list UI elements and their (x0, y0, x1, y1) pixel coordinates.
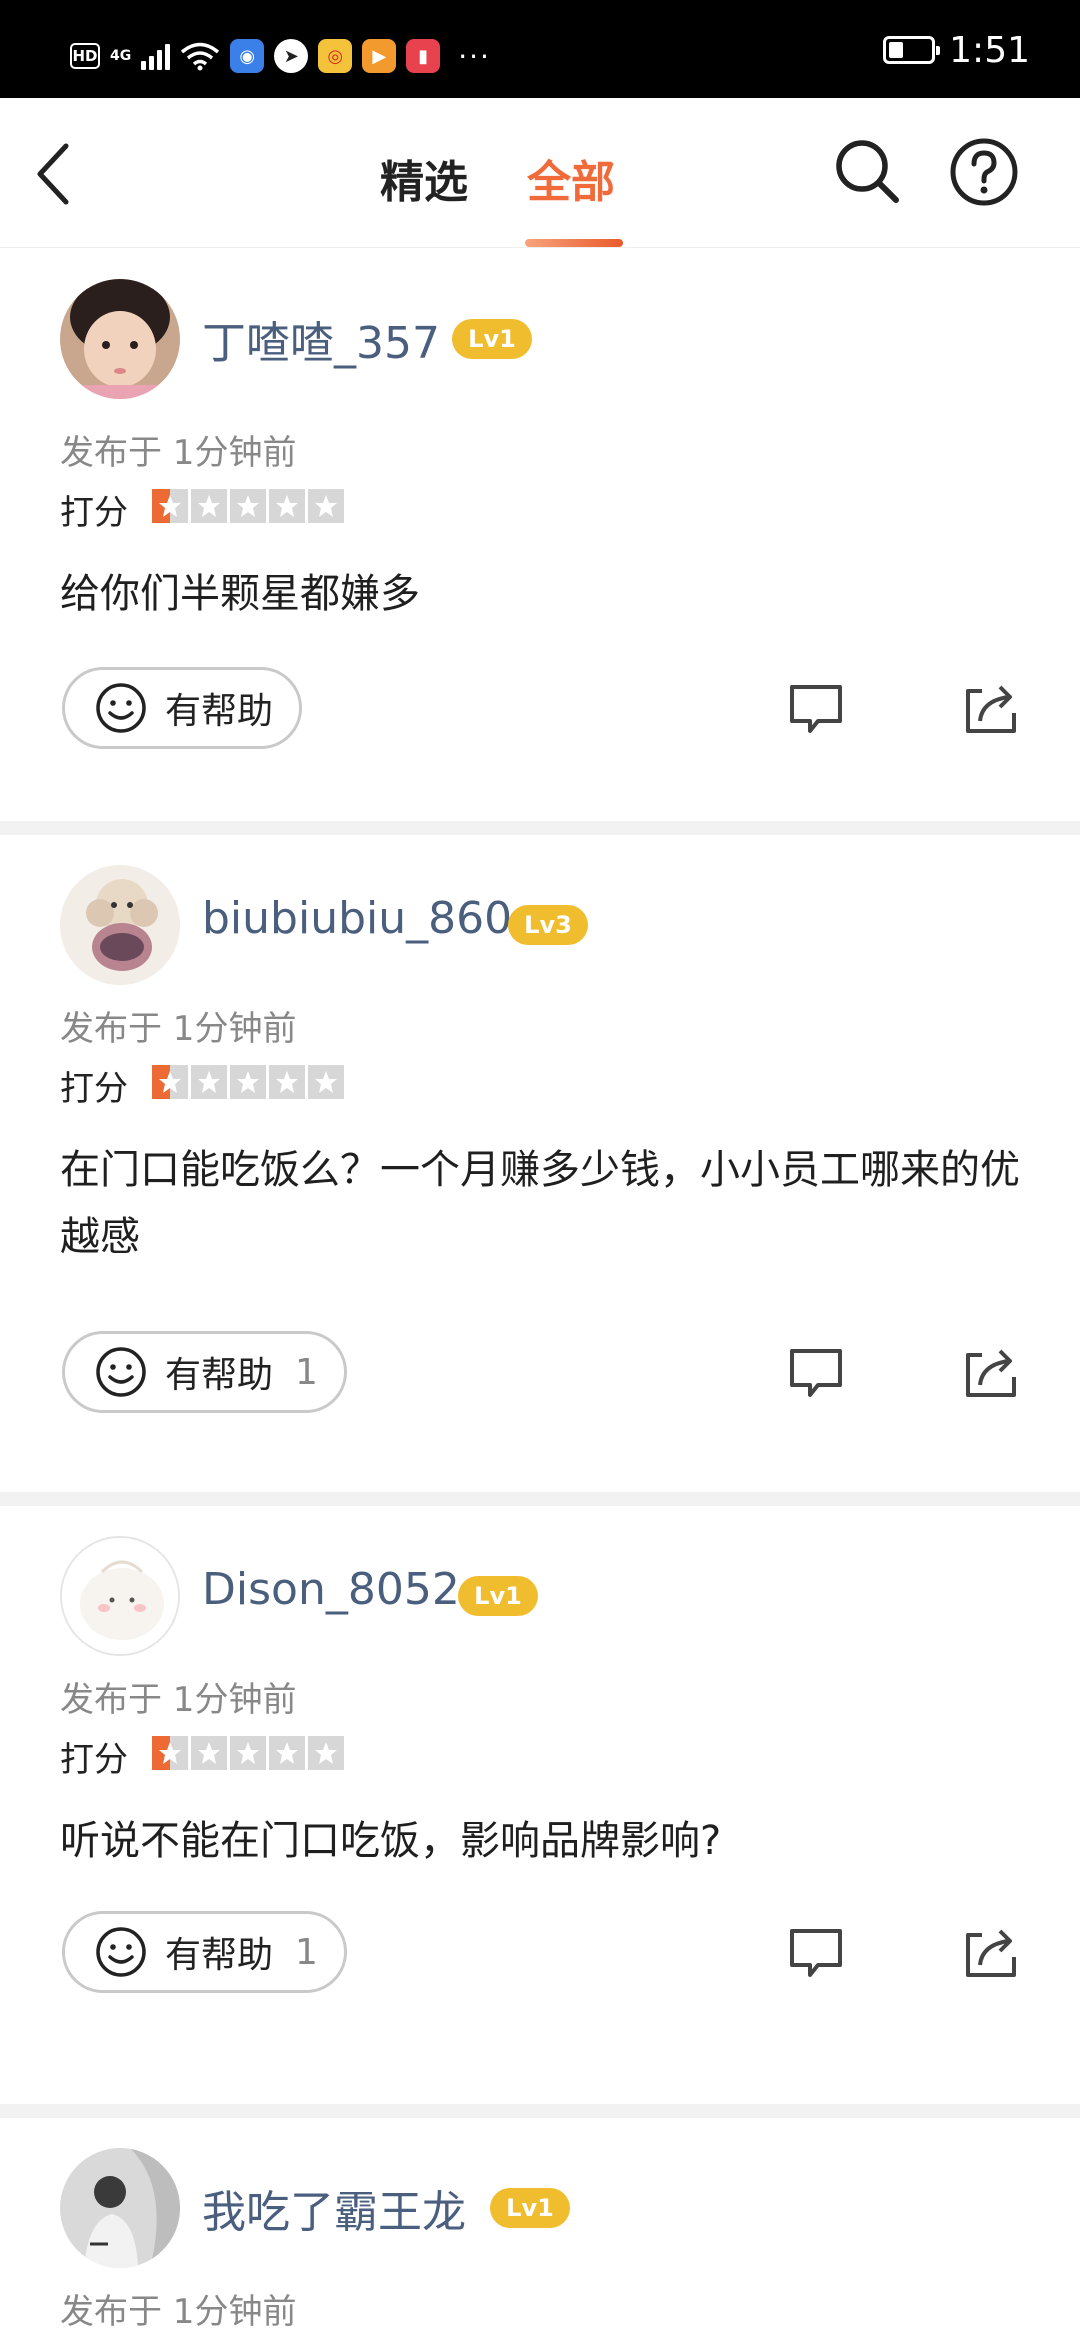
back-arrow-icon (37, 143, 69, 205)
star-icon (269, 489, 305, 523)
post-time: 发布于 1分钟前 (60, 433, 297, 473)
post-time: 发布于 1分钟前 (60, 2292, 297, 2332)
clock: 1:51 (949, 29, 1030, 71)
share-button[interactable] (962, 1343, 1020, 1401)
helpful-label: 有帮助 (165, 691, 274, 732)
battery-level (889, 42, 904, 58)
back-button[interactable] (30, 138, 90, 208)
comment-icon (790, 685, 842, 733)
smile-icon (96, 1927, 146, 1977)
star-icon (308, 1736, 344, 1770)
battery-icon (883, 36, 941, 64)
tab-all[interactable]: 全部 (527, 146, 615, 210)
helpful-count: 1 (295, 1351, 318, 1393)
help-icon (950, 138, 1018, 206)
bird-icon: ➤ (274, 39, 309, 73)
star-icon (191, 1736, 227, 1770)
share-button[interactable] (962, 1923, 1020, 1981)
review-text: 给你们半颗星都嫌多 (60, 571, 420, 617)
top-nav: 精选 全部 (0, 98, 1080, 248)
helpful-button[interactable]: 有帮助 1 (62, 1331, 347, 1413)
hd-icon: HD (70, 43, 100, 69)
star-icon (269, 1736, 305, 1770)
username[interactable]: biubiubiu_860 (202, 893, 512, 944)
status-bar: HD 4G ◉ ➤ ◎ ▶ ▮ ··· 1:51 (0, 0, 1080, 98)
review-feed: 丁喳喳_357 Lv1 发布于 1分钟前 打分 给你们半颗星都嫌多 有帮助 bi… (0, 249, 1080, 2340)
smile-icon (96, 683, 146, 733)
helpful-count: 1 (295, 1931, 318, 1973)
review-card: Dison_8052 Lv1 发布于 1分钟前 打分 听说不能在门口吃饭，影响品… (0, 1506, 1080, 1898)
review-text: 在门口能吃饭么？一个月赚多少钱，小小员工哪来的优越感 (60, 1147, 1020, 1260)
status-icons: HD 4G ◉ ➤ ◎ ▶ ▮ ··· (70, 36, 491, 76)
star-rating (152, 489, 344, 523)
review-card: 我吃了霸王龙 Lv1 发布于 1分钟前 (0, 2118, 1080, 2340)
weibo-icon: ◎ (318, 39, 353, 73)
post-time: 发布于 1分钟前 (60, 1009, 297, 1049)
helpful-button[interactable]: 有帮助 (62, 667, 303, 749)
help-button[interactable] (948, 136, 1020, 208)
star-rating (152, 1736, 344, 1770)
avatar[interactable] (60, 279, 180, 399)
review-card: biubiubiu_860 Lv3 发布于 1分钟前 打分 在门口能吃饭么？一个… (0, 835, 1080, 1272)
star-icon (269, 1065, 305, 1099)
status-right: 1:51 (883, 29, 1030, 71)
smile-icon (96, 1347, 146, 1397)
rating-label: 打分 (60, 1740, 128, 1780)
helpful-label: 有帮助 (165, 1355, 274, 1396)
star-icon (230, 1065, 266, 1099)
star-icon (191, 489, 227, 523)
username[interactable]: 我吃了霸王龙 (202, 2176, 466, 2240)
avatar[interactable] (60, 865, 180, 985)
search-button[interactable] (832, 136, 902, 206)
divider (0, 1492, 1080, 1506)
comment-button[interactable] (788, 681, 844, 737)
helpful-button[interactable]: 有帮助 1 (62, 1911, 347, 1993)
star-icon (230, 1736, 266, 1770)
level-badge: Lv3 (508, 905, 588, 945)
username[interactable]: Dison_8052 (202, 1564, 460, 1615)
search-icon (836, 140, 899, 203)
star-icon (308, 1065, 344, 1099)
star-rating (152, 1065, 344, 1099)
post-time: 发布于 1分钟前 (60, 1680, 297, 1720)
tab-featured[interactable]: 精选 (380, 146, 468, 210)
more-notifications: ··· (458, 39, 491, 73)
level-badge: Lv1 (490, 2188, 570, 2228)
level-badge: Lv1 (458, 1576, 538, 1616)
comment-icon (790, 1929, 842, 1977)
avatar[interactable] (60, 2148, 180, 2268)
comment-button[interactable] (788, 1345, 844, 1401)
review-card-actions: 有帮助 1 (0, 1898, 1080, 2104)
signal-icon (141, 42, 171, 70)
review-text: 听说不能在门口吃饭，影响品牌影响? (60, 1818, 722, 1864)
active-tab-indicator (525, 239, 623, 247)
avatar[interactable] (60, 1536, 180, 1656)
divider (0, 821, 1080, 835)
video-icon: ▶ (362, 39, 397, 73)
comment-icon (790, 1349, 842, 1397)
rating-label: 打分 (60, 1069, 128, 1109)
review-card-actions: 有帮助 1 (0, 1272, 1080, 1492)
wifi-icon (181, 42, 220, 71)
star-icon (308, 489, 344, 523)
share-icon (966, 685, 1016, 733)
review-card: 丁喳喳_357 Lv1 发布于 1分钟前 打分 给你们半颗星都嫌多 有帮助 (0, 249, 1080, 821)
level-badge: Lv1 (452, 319, 532, 359)
share-button[interactable] (962, 679, 1020, 737)
share-icon (966, 1929, 1016, 1977)
star-icon (152, 489, 188, 523)
star-icon (152, 1065, 188, 1099)
browser-icon: ◉ (230, 39, 265, 73)
star-icon (230, 489, 266, 523)
comment-button[interactable] (788, 1925, 844, 1981)
book-icon: ▮ (406, 39, 441, 73)
share-icon (966, 1349, 1016, 1397)
network-type: 4G (110, 48, 132, 64)
star-icon (191, 1065, 227, 1099)
helpful-label: 有帮助 (165, 1935, 274, 1976)
star-icon (152, 1736, 188, 1770)
divider (0, 2104, 1080, 2118)
rating-label: 打分 (60, 493, 128, 533)
username[interactable]: 丁喳喳_357 (202, 307, 440, 371)
